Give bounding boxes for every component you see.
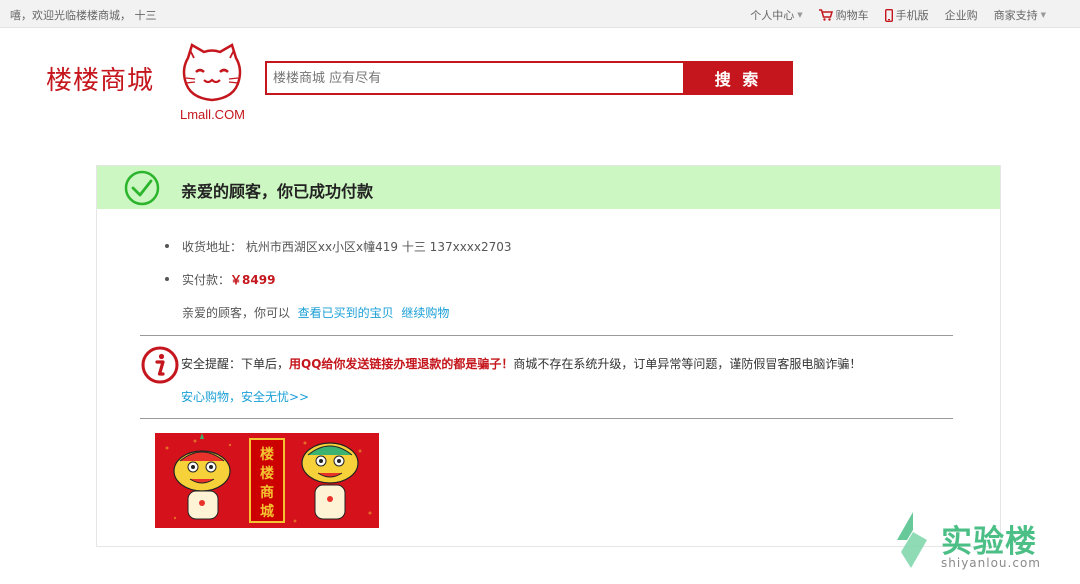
merchant-support-menu[interactable]: 商家支持 ▼ — [994, 7, 1046, 23]
payment-result-panel: 亲爱的顾客，你已成功付款 收货地址： 杭州市西湖区xx小区x幢419 十三 13… — [96, 165, 1001, 547]
banner-text-1: 楼 — [260, 446, 274, 463]
search-input[interactable] — [265, 61, 683, 95]
personal-center-label: 个人中心 — [750, 9, 795, 22]
address-value: 杭州市西湖区xx小区x幢419 十三 137xxxx2703 — [245, 240, 512, 254]
banner-text-2: 楼 — [260, 465, 274, 482]
continue-shopping-link[interactable]: 继续购物 — [401, 306, 449, 320]
search-button[interactable]: 搜 索 — [683, 61, 793, 95]
promo-banner[interactable]: 楼 楼 商 城 — [155, 433, 379, 528]
bullet — [165, 244, 169, 248]
site-logo-subtitle: Lmall.COM — [180, 107, 246, 122]
enterprise-link[interactable]: 企业购 — [945, 7, 978, 23]
phone-icon — [884, 8, 893, 22]
personal-center-menu[interactable]: 个人中心 ▼ — [750, 7, 802, 23]
address-label: 收货地址： — [182, 240, 243, 254]
top-bar: 嘻，欢迎光临楼楼商城， 十三 个人中心 ▼ 购物车 手机版 企业购 商家支持 ▼ — [0, 0, 1080, 28]
safe-shopping-link[interactable]: 安心购物，安全无忧>> — [181, 388, 309, 405]
safety-prefix: 安全提醒：下单后， — [181, 357, 290, 371]
paid-amount: ￥8499 — [230, 273, 276, 287]
mobile-link[interactable]: 手机版 — [884, 7, 929, 23]
success-header: 亲爱的顾客，你已成功付款 — [97, 166, 1000, 209]
success-title: 亲爱的顾客，你已成功付款 — [181, 182, 374, 201]
watermark-logo-icon — [897, 512, 927, 568]
check-circle-icon — [124, 170, 160, 210]
divider — [140, 335, 953, 336]
welcome-text: 嘻，欢迎光临楼楼商城， 十三 — [10, 9, 157, 22]
actions-prefix: 亲爱的顾客，你可以 — [182, 306, 291, 320]
search-bar: 搜 索 — [265, 61, 793, 95]
cart-label: 购物车 — [835, 9, 869, 22]
top-nav: 个人中心 ▼ 购物车 手机版 企业购 商家支持 ▼ — [750, 7, 1046, 23]
merchant-support-label: 商家支持 — [993, 9, 1038, 22]
banner-text-3: 商 — [260, 484, 274, 501]
view-purchased-link[interactable]: 查看已买到的宝贝 — [298, 306, 394, 320]
mobile-label: 手机版 — [895, 9, 929, 22]
divider — [140, 418, 953, 419]
safety-notice: 安全提醒：下单后，用QQ给你发送链接办理退款的都是骗子！商城不存在系统升级，订单… — [181, 355, 861, 372]
cart-link[interactable]: 购物车 — [818, 7, 869, 23]
watermark: 实验楼 shiyanlou.com — [893, 510, 1053, 570]
site-logo-text[interactable]: 楼楼商城 — [46, 60, 154, 97]
watermark-text: 实验楼 — [941, 524, 1037, 560]
enterprise-label: 企业购 — [944, 9, 978, 22]
safety-warning: 用QQ给你发送链接办理退款的都是骗子！ — [289, 357, 514, 371]
safety-suffix: 商城不存在系统升级，订单异常等问题，谨防假冒客服电脑诈骗！ — [513, 357, 862, 371]
chevron-down-icon: ▼ — [1040, 11, 1046, 19]
chevron-down-icon: ▼ — [797, 11, 803, 19]
banner-text-4: 城 — [260, 503, 274, 520]
watermark-subtext: shiyanlou.com — [941, 556, 1041, 570]
bullet — [165, 277, 169, 281]
cat-logo-icon[interactable] — [180, 42, 244, 106]
paid-label: 实付款： — [182, 273, 231, 287]
info-icon — [141, 346, 179, 388]
cart-icon — [818, 9, 833, 21]
